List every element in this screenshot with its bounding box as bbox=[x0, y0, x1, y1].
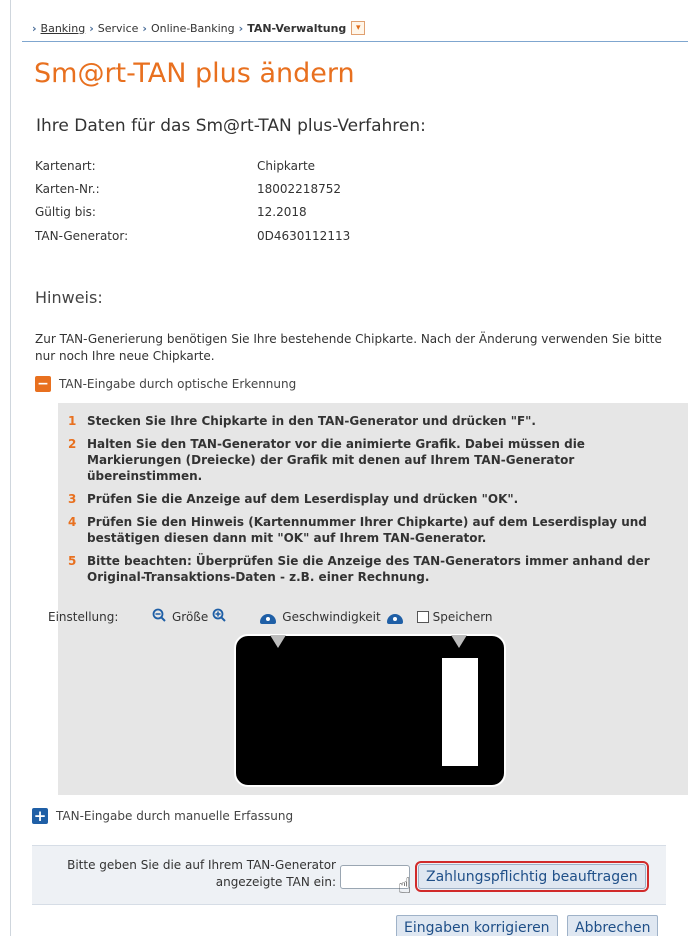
detail-label: TAN-Generator: bbox=[35, 229, 129, 243]
marker-triangle-icon bbox=[451, 635, 467, 648]
detail-label: Karten-Nr.: bbox=[35, 182, 100, 196]
chevron-right-icon: › bbox=[142, 21, 147, 35]
chevron-right-icon: › bbox=[89, 21, 94, 35]
page-title: Sm@rt-TAN plus ändern bbox=[34, 58, 355, 89]
list-item: 4 Prüfen Sie den Hinweis (Kartennummer I… bbox=[68, 515, 647, 545]
flicker-code-graphic bbox=[234, 634, 506, 787]
save-label: Speichern bbox=[432, 609, 493, 624]
detail-value: 0D4630112113 bbox=[257, 229, 351, 243]
breadcrumb-banking[interactable]: Banking bbox=[41, 22, 86, 35]
toggle-optical[interactable]: − TAN-Eingabe durch optische Erkennung bbox=[35, 376, 296, 392]
tan-label: Bitte geben Sie die auf Ihrem TAN-Genera… bbox=[67, 858, 336, 889]
toggle-optical-label: TAN-Eingabe durch optische Erkennung bbox=[59, 377, 297, 391]
tan-entry-row: Bitte geben Sie die auf Ihrem TAN-Genera… bbox=[32, 845, 666, 905]
hand-cursor-icon: ☝ bbox=[398, 874, 412, 899]
detail-value: Chipkarte bbox=[257, 159, 316, 173]
speed-down-icon[interactable] bbox=[260, 613, 277, 624]
detail-label: Gültig bis: bbox=[35, 205, 96, 219]
detail-row: TAN-Generator: 0D4630112113 bbox=[35, 229, 350, 243]
list-item: 3 Prüfen Sie die Anzeige auf dem Leserdi… bbox=[68, 492, 519, 506]
flicker-settings: Einstellung: Größe Geschwindigkeit Speic… bbox=[48, 608, 493, 625]
detail-row: Gültig bis: 12.2018 bbox=[35, 205, 307, 219]
instruction-list: 1 Stecken Sie Ihre Chipkarte in den TAN-… bbox=[68, 413, 678, 592]
detail-value: 12.2018 bbox=[257, 205, 307, 219]
list-item: 5 Bitte beachten: Überprüfen Sie die Anz… bbox=[68, 554, 650, 584]
expand-icon[interactable]: + bbox=[32, 808, 48, 824]
collapse-icon[interactable]: − bbox=[35, 376, 51, 392]
marker-triangle-icon bbox=[270, 635, 286, 648]
zoom-out-icon[interactable] bbox=[152, 608, 166, 625]
breadcrumb-current: TAN-Verwaltung bbox=[247, 21, 347, 35]
list-item: 1 Stecken Sie Ihre Chipkarte in den TAN-… bbox=[68, 414, 536, 428]
size-label: Größe bbox=[172, 609, 209, 624]
submit-payment-button[interactable]: Zahlungspflichtig beauftragen bbox=[415, 861, 649, 892]
breadcrumb-service: Service bbox=[97, 21, 139, 35]
hint-text: Zur TAN-Generierung benötigen Sie Ihre b… bbox=[35, 332, 662, 363]
settings-label: Einstellung: bbox=[48, 609, 119, 624]
speed-label: Geschwindigkeit bbox=[282, 609, 381, 624]
section-heading: Ihre Daten für das Sm@rt-TAN plus-Verfah… bbox=[36, 116, 426, 136]
divider bbox=[22, 41, 688, 42]
chevron-right-icon: › bbox=[32, 21, 37, 35]
detail-label: Kartenart: bbox=[35, 159, 96, 173]
chevron-right-icon: › bbox=[238, 21, 244, 35]
toggle-manual[interactable]: + TAN-Eingabe durch manuelle Erfassung bbox=[32, 808, 293, 824]
correct-entries-button[interactable]: Eingaben korrigieren bbox=[396, 915, 558, 936]
detail-value: 18002218752 bbox=[257, 182, 341, 196]
toggle-manual-label: TAN-Eingabe durch manuelle Erfassung bbox=[56, 809, 294, 823]
hint-heading: Hinweis: bbox=[35, 288, 103, 307]
detail-row: Kartenart: Chipkarte bbox=[35, 159, 315, 173]
detail-row: Karten-Nr.: 18002218752 bbox=[35, 182, 341, 196]
list-item: 2 Halten Sie den TAN-Generator vor die a… bbox=[68, 437, 585, 483]
cancel-button[interactable]: Abbrechen bbox=[567, 915, 659, 936]
breadcrumb-online-banking: Online-Banking bbox=[150, 21, 235, 35]
breadcrumb: › Banking › Service › Online-Banking › T… bbox=[32, 21, 366, 35]
zoom-in-icon[interactable] bbox=[212, 608, 226, 625]
flicker-bar bbox=[442, 658, 478, 766]
speed-up-icon[interactable] bbox=[386, 613, 403, 624]
save-checkbox[interactable] bbox=[416, 610, 429, 623]
chevron-down-icon[interactable]: ▾ bbox=[351, 21, 366, 35]
